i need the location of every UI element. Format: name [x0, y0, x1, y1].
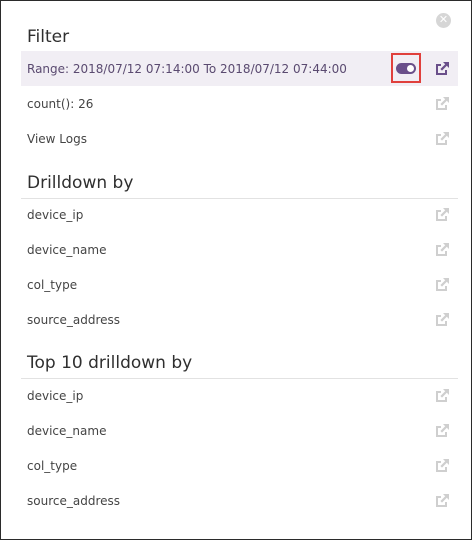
- external-link-icon[interactable]: [434, 493, 450, 509]
- external-link-icon[interactable]: [434, 312, 450, 328]
- drilldown-item-label: device_name: [27, 242, 107, 257]
- toggle-switch-icon: [396, 62, 416, 74]
- top10-item[interactable]: device_name: [21, 413, 458, 448]
- count-label: count(): 26: [27, 96, 94, 111]
- external-link-icon[interactable]: [434, 96, 450, 112]
- drilldown-item[interactable]: device_ip: [21, 197, 458, 232]
- close-icon[interactable]: ✕: [436, 13, 451, 28]
- drilldown-item-label: source_address: [27, 312, 120, 327]
- drilldown-item[interactable]: source_address: [21, 302, 458, 337]
- drilldown-item-label: device_ip: [27, 207, 84, 222]
- view-logs-row[interactable]: View Logs: [21, 121, 458, 156]
- top10-item[interactable]: col_type: [21, 448, 458, 483]
- external-link-icon[interactable]: [434, 388, 450, 404]
- top10-item-label: device_name: [27, 423, 107, 438]
- top10-heading: Top 10 drilldown by: [27, 353, 193, 373]
- external-link-icon[interactable]: [434, 458, 450, 474]
- external-link-icon[interactable]: [434, 207, 450, 223]
- external-link-icon[interactable]: [434, 61, 450, 77]
- top10-item-label: source_address: [27, 493, 120, 508]
- top10-item-label: col_type: [27, 458, 78, 473]
- drilldown-panel: ✕ Filter Range: 2018/07/12 07:14:00 To 2…: [0, 0, 472, 540]
- range-row: Range: 2018/07/12 07:14:00 To 2018/07/12…: [21, 51, 458, 86]
- drilldown-item[interactable]: device_name: [21, 232, 458, 267]
- external-link-icon[interactable]: [434, 423, 450, 439]
- view-logs-label: View Logs: [27, 131, 87, 146]
- drilldown-item-label: col_type: [27, 277, 78, 292]
- drilldown-heading: Drilldown by: [27, 173, 134, 193]
- filter-heading: Filter: [27, 27, 70, 47]
- drilldown-item[interactable]: col_type: [21, 267, 458, 302]
- top10-item[interactable]: device_ip: [21, 378, 458, 413]
- top10-item[interactable]: source_address: [21, 483, 458, 518]
- top10-item-label: device_ip: [27, 388, 84, 403]
- external-link-icon[interactable]: [434, 277, 450, 293]
- count-row[interactable]: count(): 26: [21, 86, 458, 121]
- external-link-icon[interactable]: [434, 242, 450, 258]
- range-toggle-button[interactable]: [391, 53, 421, 83]
- external-link-icon[interactable]: [434, 131, 450, 147]
